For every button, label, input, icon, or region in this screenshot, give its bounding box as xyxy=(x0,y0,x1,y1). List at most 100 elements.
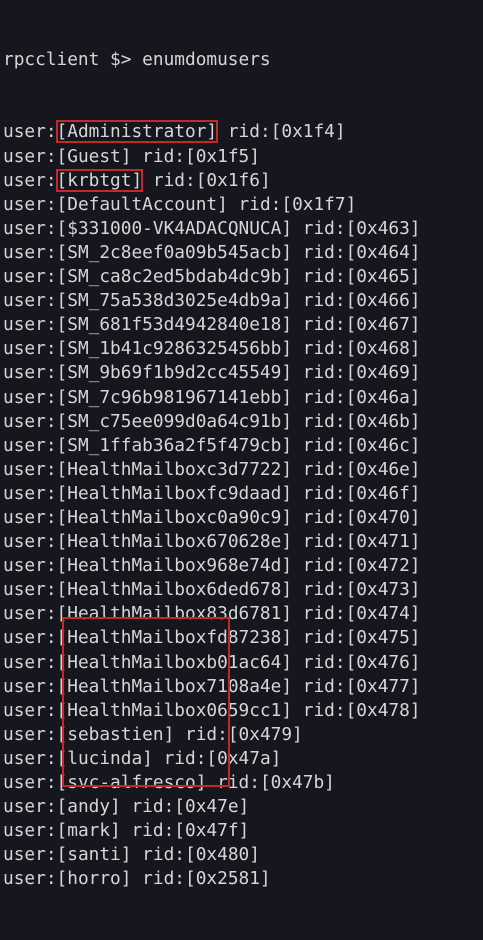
user-name: [mark] xyxy=(56,820,121,842)
user-entry-line: user:[krbtgt] rid:[0x1f6] xyxy=(3,168,483,193)
rid-value: [0x475] xyxy=(345,627,421,649)
rid-value: [0x46e] xyxy=(345,458,421,480)
rid-value: [0x46a] xyxy=(345,386,421,408)
command-prompt-line: rpcclient $> enumdomusers xyxy=(3,49,271,71)
user-prefix: user: xyxy=(3,796,57,818)
rid-value: [0x473] xyxy=(345,579,421,601)
rid-label: rid: xyxy=(292,531,346,553)
rid-value: [0x469] xyxy=(345,362,421,384)
rid-value: [0x478] xyxy=(345,699,421,721)
user-prefix: user: xyxy=(3,217,57,239)
user-name: [DefaultAccount] xyxy=(56,193,228,215)
rid-label: rid: xyxy=(292,314,346,336)
user-prefix: user: xyxy=(3,868,57,890)
user-entry-line: user:[DefaultAccount] rid:[0x1f7] xyxy=(3,193,483,217)
user-entry-line: user:[HealthMailbox6ded678] rid:[0x473] xyxy=(3,578,483,602)
terminal-window[interactable]: rpcclient $> enumdomusers user:[Administ… xyxy=(0,0,483,889)
rid-label: rid: xyxy=(292,290,346,312)
rid-label: rid: xyxy=(292,579,346,601)
user-entry-line: user:[SM_9b69f1b9d2cc45549] rid:[0x469] xyxy=(3,361,483,385)
user-entry-line: user:[HealthMailbox670628e] rid:[0x471] xyxy=(3,530,483,554)
rid-value: [0x467] xyxy=(345,314,421,336)
rid-value: [0x474] xyxy=(345,603,421,625)
user-name: [santi] xyxy=(56,844,132,866)
user-entry-line: user:[HealthMailbox968e74d] rid:[0x472] xyxy=(3,554,483,578)
rid-value: [0x47e] xyxy=(174,796,250,818)
user-prefix: user: xyxy=(3,314,57,336)
user-prefix: user: xyxy=(3,747,57,769)
user-entry-line: user:[$331000-VK4ADACQNUCA] rid:[0x463] xyxy=(3,217,483,241)
rid-label: rid: xyxy=(292,241,346,263)
rid-label: rid: xyxy=(292,675,346,697)
user-name: [SM_7c96b981967141ebb] xyxy=(56,386,293,408)
user-prefix: user: xyxy=(3,820,57,842)
user-entry-line: user:[SM_7c96b981967141ebb] rid:[0x46a] xyxy=(3,386,483,410)
rid-label: rid: xyxy=(292,651,346,673)
user-prefix: user: xyxy=(3,410,57,432)
user-name: [Guest] xyxy=(56,145,132,167)
user-entry-line: user:[SM_ca8c2ed5bdab4dc9b] rid:[0x465] xyxy=(3,265,483,289)
user-prefix: user: xyxy=(3,844,57,866)
rid-label: rid: xyxy=(292,627,346,649)
user-prefix: user: xyxy=(3,241,57,263)
rid-value: [0x46c] xyxy=(345,434,421,456)
user-name: [HealthMailbox968e74d] xyxy=(56,555,293,577)
rid-value: [0x477] xyxy=(345,675,421,697)
user-entry-line: user:[HealthMailboxc0a90c9] rid:[0x470] xyxy=(3,506,483,530)
user-prefix: user: xyxy=(3,362,57,384)
rid-label: rid: xyxy=(217,121,271,143)
user-name: [$331000-VK4ADACQNUCA] xyxy=(56,217,293,239)
rid-label: rid: xyxy=(131,145,185,167)
user-name: [HealthMailboxfc9daad] xyxy=(56,482,293,504)
rid-label: rid: xyxy=(292,386,346,408)
rid-value: [0x464] xyxy=(345,241,421,263)
user-name: [andy] xyxy=(56,796,121,818)
user-name: [SM_1b41c9286325456bb] xyxy=(56,338,293,360)
user-prefix: user: xyxy=(3,145,57,167)
user-name: [HealthMailboxc3d7722] xyxy=(56,458,293,480)
user-name: [SM_681f53d4942840e18] xyxy=(56,314,293,336)
rid-label: rid: xyxy=(292,362,346,384)
rid-value: [0x46f] xyxy=(345,482,421,504)
rid-value: [0x46b] xyxy=(345,410,421,432)
rid-label: rid: xyxy=(292,699,346,721)
user-name: [SM_9b69f1b9d2cc45549] xyxy=(56,362,293,384)
rid-label: rid: xyxy=(292,338,346,360)
user-name: [SM_1ffab36a2f5f479cb] xyxy=(56,434,293,456)
user-prefix: user: xyxy=(3,169,57,191)
user-entry-line: user:[HealthMailboxc3d7722] rid:[0x46e] xyxy=(3,458,483,482)
rid-label: rid: xyxy=(292,266,346,288)
user-entry-line: user:[mark] rid:[0x47f] xyxy=(3,819,483,843)
rid-value: [0x47f] xyxy=(174,820,250,842)
user-name: [HealthMailbox6ded678] xyxy=(56,579,293,601)
rid-value: [0x463] xyxy=(345,217,421,239)
user-prefix: user: xyxy=(3,482,57,504)
rid-label: rid: xyxy=(292,434,346,456)
user-prefix: user: xyxy=(3,290,57,312)
rid-value: [0x466] xyxy=(345,290,421,312)
user-prefix: user: xyxy=(3,338,57,360)
user-prefix: user: xyxy=(3,723,57,745)
user-prefix: user: xyxy=(3,266,57,288)
user-entry-line: user:[Guest] rid:[0x1f5] xyxy=(3,145,483,169)
user-prefix: user: xyxy=(3,627,57,649)
user-prefix: user: xyxy=(3,386,57,408)
user-prefix: user: xyxy=(3,651,57,673)
user-entry-line: user:[horro] rid:[0x2581] xyxy=(3,867,483,891)
user-entry-line: user:[SM_75a538d3025e4db9a] rid:[0x466] xyxy=(3,289,483,313)
user-entry-line: user:[SM_2c8eef0a09b545acb] rid:[0x464] xyxy=(3,241,483,265)
rid-label: rid: xyxy=(292,217,346,239)
user-prefix: user: xyxy=(3,121,57,143)
rid-value: [0x470] xyxy=(345,506,421,528)
rid-value: [0x2581] xyxy=(185,868,271,890)
rid-label: rid: xyxy=(120,796,175,818)
user-entry-line: user:[SM_c75ee099d0a64c91b] rid:[0x46b] xyxy=(3,410,483,434)
user-prefix: user: xyxy=(3,579,57,601)
user-name: [krbtgt] xyxy=(55,168,144,192)
rid-label: rid: xyxy=(227,193,282,215)
user-name: [HealthMailboxc0a90c9] xyxy=(56,506,293,528)
rid-label: rid: xyxy=(292,458,346,480)
user-name: [SM_75a538d3025e4db9a] xyxy=(56,290,293,312)
rid-label: rid: xyxy=(131,844,185,866)
user-entry-line: user:[SM_1ffab36a2f5f479cb] rid:[0x46c] xyxy=(3,434,483,458)
